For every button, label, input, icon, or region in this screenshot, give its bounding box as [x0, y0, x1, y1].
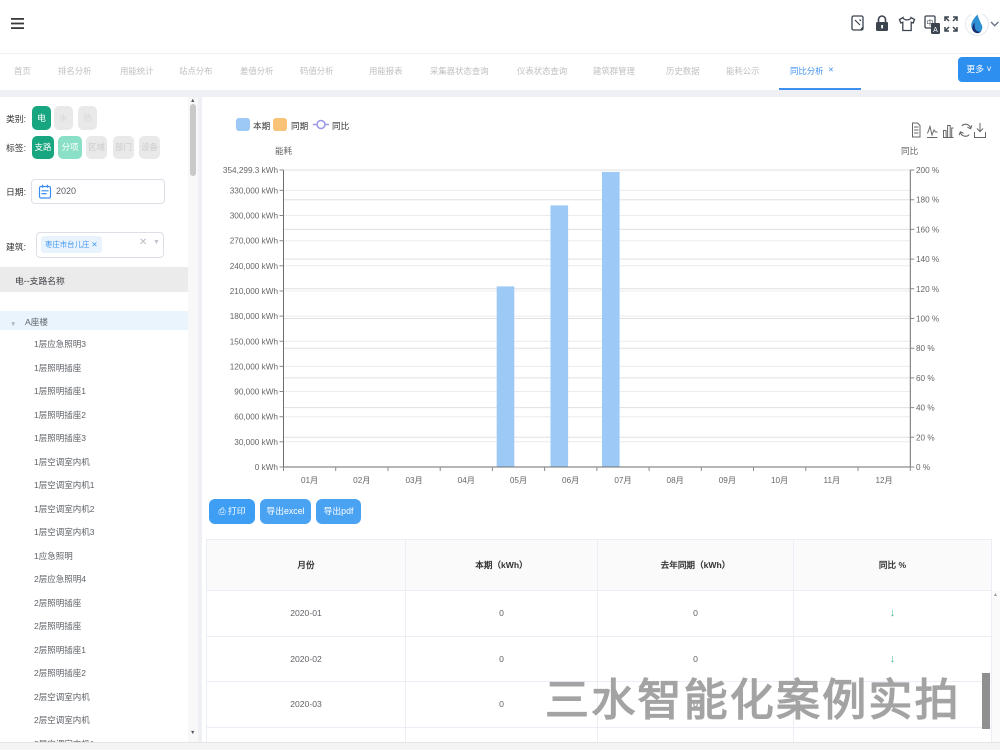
- svg-text:200 %: 200 %: [916, 166, 939, 175]
- svg-text:120,000 kWh: 120,000 kWh: [230, 362, 279, 371]
- svg-text:100 %: 100 %: [916, 315, 939, 324]
- svg-text:270,000 kWh: 270,000 kWh: [230, 237, 279, 246]
- svg-text:300,000 kWh: 300,000 kWh: [230, 212, 279, 221]
- svg-text:07月: 07月: [614, 476, 631, 485]
- svg-text:90,000 kWh: 90,000 kWh: [234, 388, 278, 397]
- svg-text:0 %: 0 %: [916, 463, 930, 472]
- svg-text:06月: 06月: [562, 476, 579, 485]
- svg-text:140 %: 140 %: [916, 255, 939, 264]
- svg-text:11月: 11月: [824, 476, 841, 485]
- svg-text:330,000 kWh: 330,000 kWh: [230, 186, 279, 195]
- svg-text:240,000 kWh: 240,000 kWh: [230, 262, 279, 271]
- svg-text:210,000 kWh: 210,000 kWh: [230, 287, 279, 296]
- svg-text:30,000 kWh: 30,000 kWh: [234, 438, 278, 447]
- svg-text:354,299.3 kWh: 354,299.3 kWh: [223, 166, 279, 175]
- svg-text:05月: 05月: [510, 476, 527, 485]
- svg-text:01月: 01月: [301, 476, 318, 485]
- svg-text:A: A: [933, 27, 938, 34]
- svg-text:0 kWh: 0 kWh: [255, 463, 279, 472]
- svg-text:能耗: 能耗: [275, 145, 293, 156]
- svg-text:04月: 04月: [458, 476, 475, 485]
- svg-text:180,000 kWh: 180,000 kWh: [230, 312, 279, 321]
- svg-text:03月: 03月: [405, 476, 422, 485]
- svg-text:180 %: 180 %: [916, 196, 939, 205]
- svg-text:同比: 同比: [332, 120, 350, 131]
- svg-text:12月: 12月: [875, 476, 892, 485]
- svg-text:20 %: 20 %: [916, 433, 935, 442]
- svg-text:60,000 kWh: 60,000 kWh: [234, 413, 278, 422]
- svg-text:同期: 同期: [291, 121, 308, 131]
- svg-text:150,000 kWh: 150,000 kWh: [230, 337, 279, 346]
- svg-text:10月: 10月: [771, 476, 788, 485]
- svg-text:本期: 本期: [253, 120, 270, 131]
- svg-text:60 %: 60 %: [916, 374, 935, 383]
- svg-text:160 %: 160 %: [916, 225, 939, 234]
- svg-text:09月: 09月: [719, 476, 736, 485]
- svg-text:40 %: 40 %: [916, 404, 935, 413]
- svg-text:120 %: 120 %: [916, 285, 939, 294]
- svg-text:02月: 02月: [353, 476, 370, 485]
- svg-text:同比: 同比: [901, 145, 919, 156]
- svg-text:08月: 08月: [667, 476, 684, 485]
- svg-text:80 %: 80 %: [916, 344, 935, 353]
